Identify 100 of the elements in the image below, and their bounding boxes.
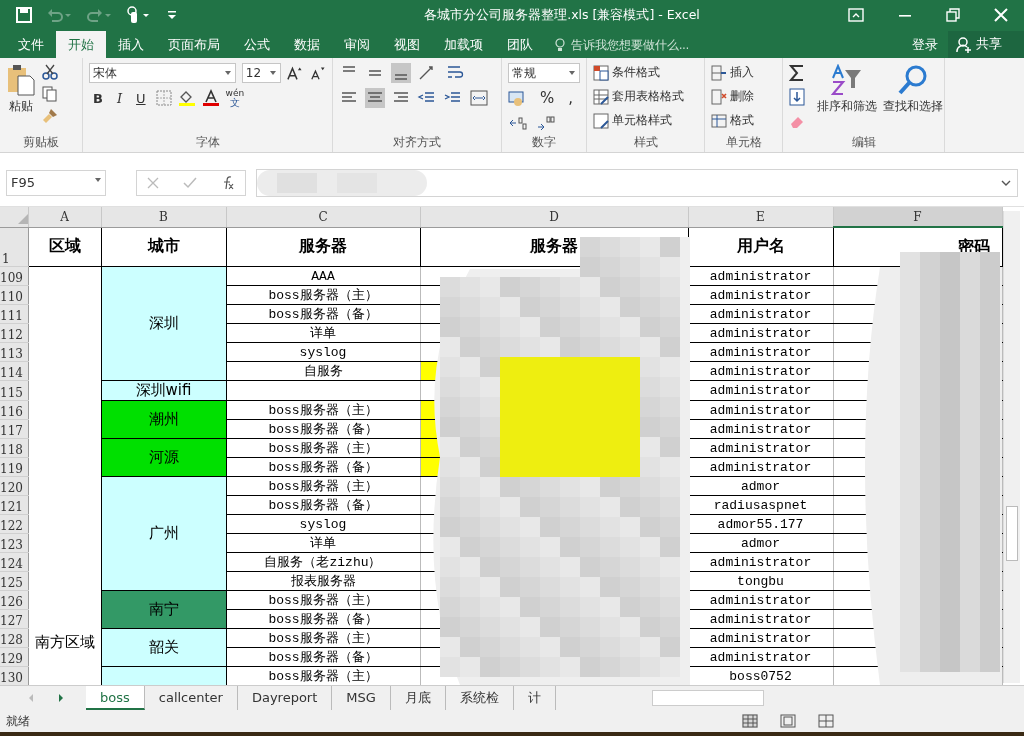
ribbon-tab[interactable]: 审阅 bbox=[332, 31, 382, 58]
merge-cells-icon[interactable] bbox=[469, 88, 489, 108]
table-cell: 潮州 bbox=[148, 410, 179, 428]
table-cell: administrator bbox=[709, 440, 812, 456]
delete-cells-button[interactable]: 删除 bbox=[711, 86, 776, 107]
table-cell: boss服务器（主） bbox=[268, 669, 378, 684]
redo-icon[interactable] bbox=[86, 7, 112, 23]
column-header[interactable]: F bbox=[833, 207, 1002, 227]
copy-icon[interactable] bbox=[42, 86, 58, 102]
scissors-icon[interactable] bbox=[42, 64, 58, 80]
ribbon-tab[interactable]: 页面布局 bbox=[156, 31, 232, 58]
insert-cells-button[interactable]: 插入 bbox=[711, 62, 776, 83]
sheet-tab[interactable]: boss bbox=[86, 686, 145, 710]
number-format-dropdown[interactable]: 常规 bbox=[508, 63, 580, 83]
row-number[interactable]: 115 bbox=[0, 380, 28, 401]
table-cell: boss服务器（主） bbox=[268, 631, 378, 646]
column-header[interactable]: C bbox=[226, 207, 420, 227]
touch-mode-icon[interactable] bbox=[126, 6, 152, 24]
column-header[interactable]: A bbox=[28, 207, 101, 227]
table-cell: boss服务器（备） bbox=[268, 460, 378, 475]
ribbon-tab[interactable]: 文件 bbox=[6, 31, 56, 58]
vertical-align-icon[interactable] bbox=[391, 63, 411, 83]
column-header[interactable]: E bbox=[688, 207, 833, 227]
cancel-icon[interactable] bbox=[147, 177, 159, 189]
table-cell: administrator bbox=[709, 363, 812, 379]
table-cell: administrator bbox=[709, 630, 812, 646]
text-align-icon[interactable] bbox=[365, 88, 385, 108]
table-cell: administrator bbox=[709, 306, 812, 322]
italic-button[interactable]: I bbox=[112, 90, 127, 106]
restore-icon[interactable] bbox=[946, 8, 960, 22]
undo-icon[interactable] bbox=[46, 7, 72, 23]
tell-me-field[interactable]: 告诉我您想要做什么... bbox=[569, 36, 713, 53]
enter-icon[interactable] bbox=[183, 177, 197, 189]
shrink-font-icon[interactable] bbox=[309, 65, 326, 81]
formula-field[interactable] bbox=[256, 169, 1018, 197]
ribbon-tab[interactable]: 团队 bbox=[495, 31, 545, 58]
sign-in-link[interactable]: 登录 bbox=[902, 31, 948, 58]
table-cell: admor bbox=[741, 535, 780, 551]
table-cell: 韶关 bbox=[148, 638, 179, 656]
table-cell: boss服务器（主） bbox=[268, 403, 378, 418]
paste-button[interactable]: 粘贴 bbox=[6, 62, 36, 134]
ribbon-tab[interactable]: 加载项 bbox=[432, 31, 495, 58]
cell-styles-button[interactable]: 单元格样式 bbox=[593, 110, 698, 131]
grow-font-icon[interactable] bbox=[287, 65, 304, 81]
table-cell: tongbu bbox=[737, 573, 784, 589]
font-name-dropdown[interactable]: 宋体 bbox=[89, 63, 236, 83]
normal-view-icon[interactable] bbox=[742, 714, 758, 728]
ribbon-tab[interactable]: 插入 bbox=[106, 31, 156, 58]
column-header[interactable]: D bbox=[420, 207, 688, 227]
function-icon[interactable] bbox=[221, 176, 235, 190]
next-sheet-icon[interactable] bbox=[56, 693, 66, 703]
increase-decimal-icon[interactable] bbox=[508, 115, 530, 131]
customize-icon[interactable] bbox=[166, 9, 178, 21]
table-cell: boss服务器（主） bbox=[268, 593, 378, 608]
column-header[interactable]: B bbox=[101, 207, 226, 227]
ribbon-tab[interactable]: 视图 bbox=[382, 31, 432, 58]
ribbon-tab[interactable]: 公式 bbox=[232, 31, 282, 58]
table-icon bbox=[593, 64, 609, 81]
table-cell: 服务器 bbox=[226, 227, 420, 267]
fill-color-icon[interactable] bbox=[177, 89, 196, 107]
share-button[interactable]: 共享 bbox=[948, 31, 1024, 58]
group-label: 字体 bbox=[194, 134, 221, 151]
table-cell: boss0752 bbox=[729, 668, 792, 684]
font-color-icon[interactable] bbox=[201, 89, 220, 107]
table-icon bbox=[593, 112, 609, 129]
grid-icon bbox=[711, 64, 727, 81]
page-break-icon[interactable] bbox=[818, 714, 834, 728]
table-cell: boss服务器（备） bbox=[268, 650, 378, 665]
conditional-format-button[interactable]: 条件格式 bbox=[593, 62, 698, 83]
underline-button[interactable]: U bbox=[132, 90, 150, 106]
page-layout-icon[interactable] bbox=[780, 714, 796, 728]
percent-button[interactable]: % bbox=[536, 89, 559, 107]
find-select-button[interactable]: 查找和选择 bbox=[883, 62, 943, 134]
vertical-scrollbar[interactable] bbox=[1003, 211, 1020, 683]
horizontal-scrollbar[interactable] bbox=[652, 690, 764, 706]
ribbon-tab[interactable]: 数据 bbox=[282, 31, 332, 58]
close-icon[interactable] bbox=[994, 8, 1008, 22]
group-label: 对齐方式 bbox=[392, 134, 442, 151]
bold-button[interactable]: B bbox=[89, 90, 107, 106]
sort-filter-button[interactable]: 排序和筛选 bbox=[817, 62, 877, 134]
ribbon-display-icon[interactable] bbox=[848, 8, 864, 22]
name-box[interactable]: F95 bbox=[6, 170, 106, 196]
ribbon-tab[interactable]: 开始 bbox=[56, 31, 106, 58]
table-cell: administrator bbox=[709, 268, 812, 284]
format-cells-button[interactable]: 格式 bbox=[711, 110, 776, 131]
format-as-table-button[interactable]: 套用表格格式 bbox=[593, 86, 698, 107]
phonetic-button[interactable]: wén 文 bbox=[225, 89, 245, 107]
row-number[interactable]: 1 bbox=[0, 227, 28, 267]
expand-icon[interactable] bbox=[1001, 179, 1011, 187]
decrease-decimal-icon[interactable] bbox=[536, 115, 558, 131]
comma-button[interactable]: , bbox=[564, 89, 578, 107]
table-cell: AAA bbox=[311, 268, 335, 284]
table-cell: radiusaspnet bbox=[713, 497, 808, 513]
lightbulb-icon bbox=[555, 37, 565, 52]
font-size-dropdown[interactable]: 12 bbox=[241, 63, 282, 83]
table-cell: 南宁 bbox=[148, 600, 179, 618]
group-label: 样式 bbox=[632, 134, 659, 151]
table-cell: admor55.177 bbox=[717, 516, 804, 532]
save-icon[interactable] bbox=[16, 7, 32, 23]
brush-icon[interactable] bbox=[42, 108, 58, 124]
